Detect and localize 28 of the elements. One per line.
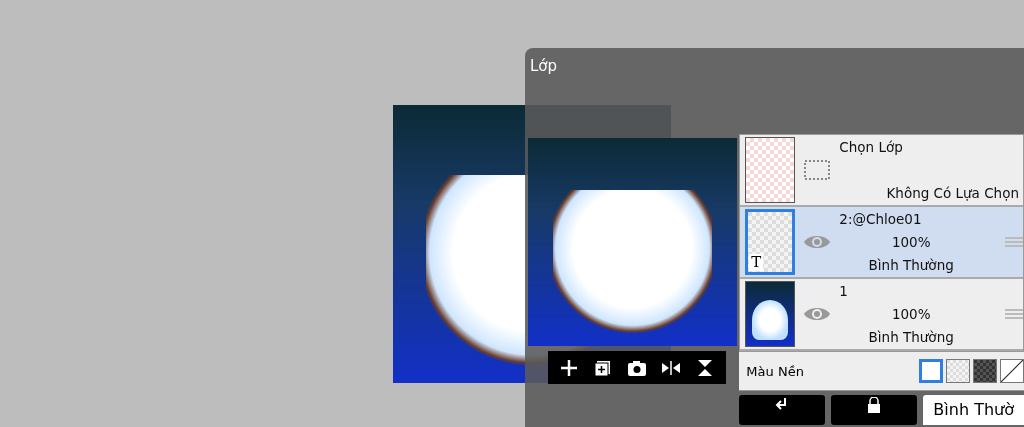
blend-mode: Bình Thường [868, 329, 954, 345]
panel-title: Lớp [529, 56, 559, 77]
layer-opacity: 100% [891, 234, 931, 250]
background-swatch[interactable] [946, 359, 970, 383]
drag-handle-icon[interactable] [1005, 236, 1023, 248]
background-swatch[interactable] [1000, 359, 1024, 383]
background-swatch[interactable] [919, 359, 943, 383]
blend-mode: Bình Thường [868, 257, 954, 273]
layer-thumbnail [745, 137, 796, 203]
layer-row[interactable]: Chọn Lớp Không Có Lựa Chọn [740, 135, 1023, 207]
layer-name: 1 [839, 283, 848, 299]
background-swatch[interactable] [973, 359, 997, 383]
plus-icon[interactable] [558, 357, 580, 378]
alpha-lock-button[interactable] [831, 395, 918, 425]
layer-name: 2:@Chloe01 [839, 211, 922, 227]
layer-opacity: 100% [891, 306, 931, 322]
text-layer-icon: T [749, 254, 764, 271]
clipping-button[interactable] [739, 395, 826, 425]
lock-icon [867, 397, 882, 413]
layer-row[interactable]: 1 100% Bình Thường [740, 279, 1023, 351]
layer-name: Chọn Lớp [839, 139, 903, 155]
drag-handle-icon[interactable] [1005, 308, 1023, 320]
blend-mode-selector[interactable]: Bình Thườ [923, 395, 1024, 425]
layer-row[interactable]: T 2:@Chloe01 100% Bình Thường [740, 207, 1023, 279]
background-color-label: Màu Nền [746, 363, 805, 379]
selection-status: Không Có Lựa Chọn [886, 185, 1019, 201]
layer-thumbnail [745, 281, 796, 347]
selection-icon [804, 160, 831, 180]
